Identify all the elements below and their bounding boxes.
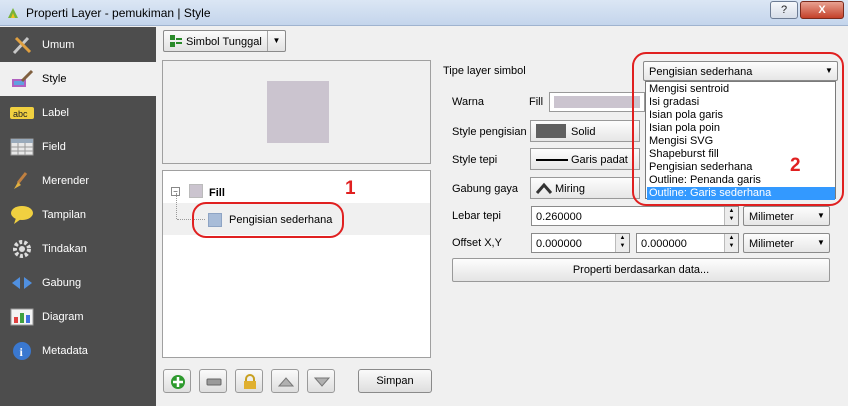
chevron-down-icon: ▼ <box>817 238 825 247</box>
sidebar-item-label: Umum <box>42 39 75 51</box>
border-style-value: Garis padat <box>571 154 628 166</box>
border-width-value: 0.260000 <box>536 211 582 223</box>
paintbrush-icon <box>12 69 34 87</box>
add-layer-button[interactable] <box>163 369 191 393</box>
save-button[interactable]: Simpan <box>358 369 432 393</box>
layer-type-label: Tipe layer simbol <box>443 65 526 77</box>
sidebar-item-label: Style <box>42 73 67 85</box>
sidebar-item-diagram[interactable]: Diagram <box>0 300 156 334</box>
spin-arrows-icon[interactable]: ▲ ▼ <box>615 234 629 252</box>
tools-icon <box>12 36 32 55</box>
renderer-label: Simbol Tunggal <box>186 36 262 48</box>
chevron-down-icon: ▼ <box>267 31 285 51</box>
solid-line-swatch <box>536 159 568 161</box>
spin-arrows-icon[interactable]: ▲ ▼ <box>724 207 738 225</box>
offset-label: Offset X,Y <box>452 237 502 249</box>
arrow-up-icon <box>278 377 294 387</box>
sidebar-item-tampilan[interactable]: Tampilan <box>0 198 156 232</box>
help-button[interactable]: ? <box>770 1 798 19</box>
lock-icon <box>244 374 256 389</box>
sidebar-item-label[interactable]: abc Label <box>0 96 156 130</box>
fill-color-label: Fill <box>529 96 544 108</box>
plus-icon <box>171 375 185 389</box>
fill-color-button[interactable] <box>549 92 645 112</box>
title-bar: Properti Layer - pemukiman | Style ? X <box>0 0 848 26</box>
offset-unit: Milimeter <box>749 238 794 250</box>
sidebar-item-label: Tampilan <box>42 209 87 221</box>
border-width-label: Lebar tepi <box>452 210 501 222</box>
offset-x-value: 0.000000 <box>536 238 582 250</box>
tree-row-fill[interactable]: − Fill <box>163 177 430 199</box>
fill-color-swatch <box>554 96 640 108</box>
offset-y-value: 0.000000 <box>641 238 687 250</box>
sidebar-item-merender[interactable]: Merender <box>0 164 156 198</box>
svg-text:abc: abc <box>13 109 28 119</box>
sidebar-item-label: Gabung <box>42 277 82 289</box>
solid-swatch <box>536 124 566 138</box>
spin-arrows-icon[interactable]: ▲ ▼ <box>724 234 738 252</box>
symbol-layer-tree: − Fill Pengisian sederhana <box>162 170 431 358</box>
sidebar-item-tindakan[interactable]: Tindakan <box>0 232 156 266</box>
minus-icon <box>206 378 222 386</box>
join-style-value: Miring <box>555 183 585 195</box>
speech-bubble-icon <box>11 206 33 224</box>
abc-label-icon: abc <box>10 107 34 119</box>
annotation-oval-1 <box>192 202 344 238</box>
join-arrow-icon <box>12 277 32 289</box>
close-button[interactable]: X <box>800 1 844 19</box>
border-style-label: Style tepi <box>452 154 498 166</box>
chart-icon <box>10 308 34 326</box>
fill-swatch <box>189 184 203 198</box>
sidebar-item-label: Metadata <box>42 345 88 357</box>
join-style-select[interactable]: Miring <box>530 177 640 199</box>
bevel-join-icon <box>536 182 552 194</box>
sidebar-item-style[interactable]: Style <box>0 62 156 96</box>
lock-layer-button[interactable] <box>235 369 263 393</box>
sidebar-item-umum[interactable]: Umum <box>0 28 156 62</box>
move-down-button[interactable] <box>307 369 335 393</box>
qgis-logo-icon <box>8 8 18 18</box>
remove-layer-button[interactable] <box>199 369 227 393</box>
chevron-down-icon: ▼ <box>817 211 825 220</box>
arrow-down-icon <box>314 377 330 387</box>
move-up-button[interactable] <box>271 369 299 393</box>
border-width-unit-select[interactable]: Milimeter ▼ <box>743 206 830 226</box>
sidebar-item-field[interactable]: Field <box>0 130 156 164</box>
single-symbol-icon <box>170 35 182 47</box>
fill-style-label: Style pengisian <box>452 126 527 138</box>
annotation-oval-2 <box>632 52 844 206</box>
fill-style-value: Solid <box>571 126 596 138</box>
tree-fill-label: Fill <box>209 187 225 199</box>
tree-connector <box>176 193 177 219</box>
table-icon <box>10 138 34 156</box>
annotation-number-1: 1 <box>345 178 356 199</box>
sidebar-item-label: Diagram <box>42 311 84 323</box>
sidebar-item-label: Label <box>42 107 69 119</box>
color-label: Warna <box>452 96 484 108</box>
fill-style-select[interactable]: Solid <box>530 120 640 142</box>
symbol-preview <box>162 60 431 164</box>
join-style-label: Gabung gaya <box>452 183 519 195</box>
window-title: Properti Layer - pemukiman | Style <box>26 6 211 20</box>
border-width-input[interactable]: 0.260000 ▲ ▼ <box>531 206 739 226</box>
offset-y-input[interactable]: 0.000000 ▲ ▼ <box>636 233 739 253</box>
sidebar-item-label: Tindakan <box>42 243 87 255</box>
sidebar-item-gabung[interactable]: Gabung <box>0 266 156 300</box>
offset-unit-select[interactable]: Milimeter ▼ <box>743 233 830 253</box>
sidebar-item-label: Field <box>42 141 66 153</box>
data-defined-properties-button[interactable]: Properti berdasarkan data... <box>452 258 830 282</box>
brush-icon <box>14 172 28 189</box>
sidebar: Umum Style abc Label Field Merender Tamp… <box>0 27 156 406</box>
gear-icon <box>13 240 31 258</box>
sidebar-item-label: Merender <box>42 175 90 187</box>
sidebar-item-metadata[interactable]: i Metadata <box>0 334 156 368</box>
border-style-select[interactable]: Garis padat <box>530 148 640 170</box>
annotation-number-2: 2 <box>790 155 801 176</box>
border-width-unit: Milimeter <box>749 211 794 223</box>
preview-swatch <box>267 81 329 143</box>
renderer-select[interactable]: Simbol Tunggal ▼ <box>163 30 286 52</box>
info-icon: i <box>13 342 31 360</box>
offset-x-input[interactable]: 0.000000 ▲ ▼ <box>531 233 630 253</box>
